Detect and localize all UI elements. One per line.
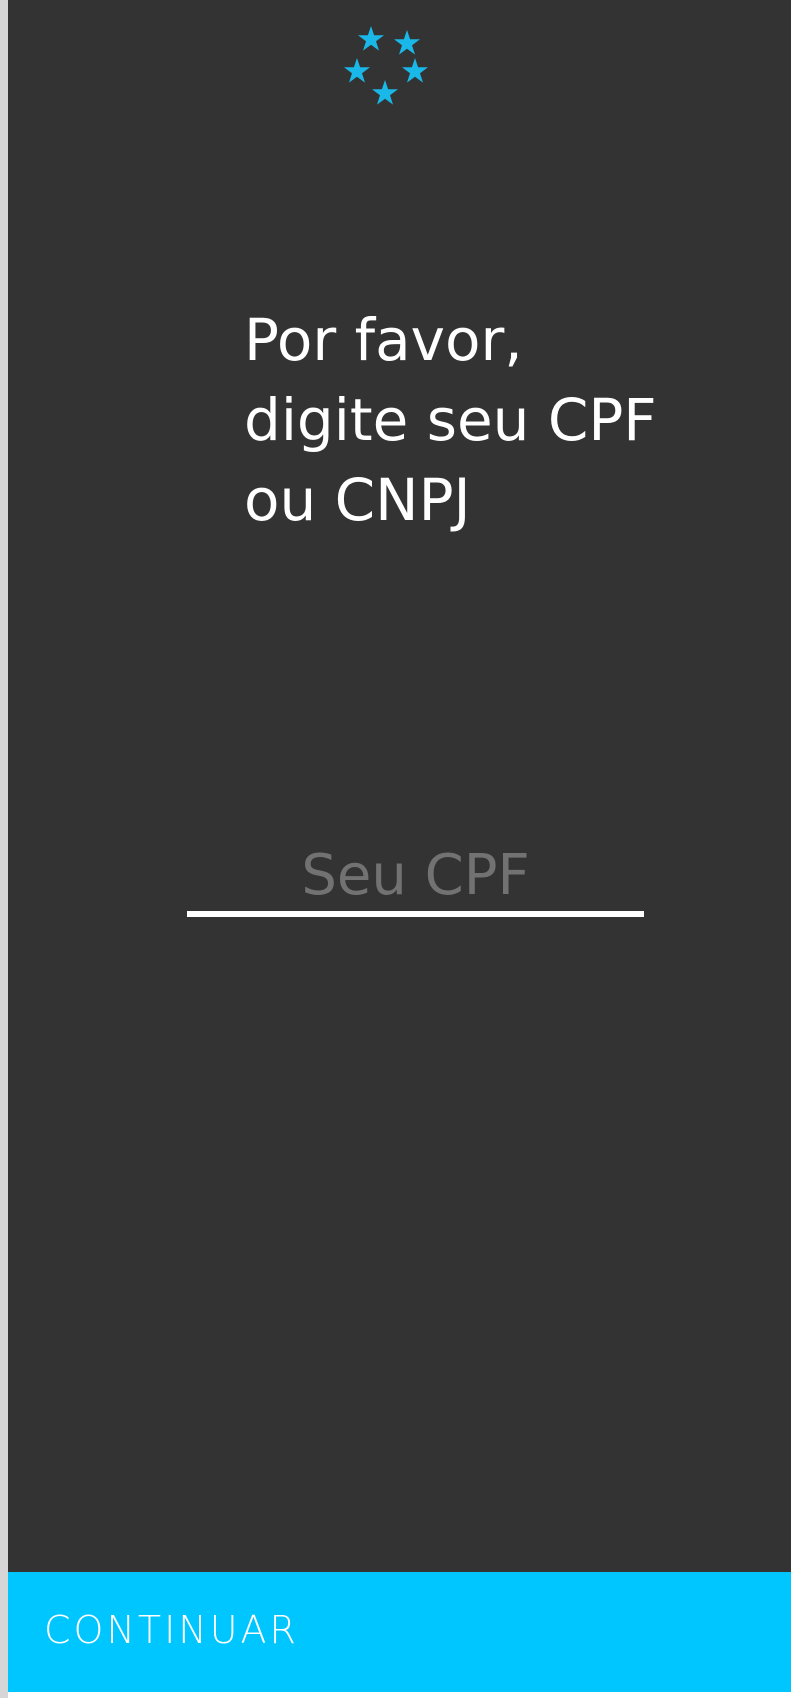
prompt-line-2: digite seu CPF xyxy=(244,386,657,454)
page-title: Por favor, digite seu CPF ou CNPJ xyxy=(244,300,744,540)
stars-logo-icon xyxy=(333,20,433,115)
prompt-line-3: ou CNPJ xyxy=(244,466,471,534)
star-icon xyxy=(372,80,398,105)
star-icon xyxy=(402,58,428,83)
star-icon xyxy=(344,58,370,83)
continue-button-label: CONTINUAR xyxy=(44,1608,299,1652)
continue-button[interactable]: CONTINUAR xyxy=(8,1572,791,1692)
left-edge-divider xyxy=(0,0,8,1698)
cpf-input-underline xyxy=(187,911,644,917)
prompt-line-1: Por favor, xyxy=(244,306,523,374)
cpf-input[interactable] xyxy=(187,840,644,910)
star-icon xyxy=(394,30,420,55)
cpf-entry-screen: Por favor, digite seu CPF ou CNPJ CONTIN… xyxy=(8,0,791,1692)
app-frame: Por favor, digite seu CPF ou CNPJ CONTIN… xyxy=(0,0,793,1698)
star-icon xyxy=(358,26,384,51)
